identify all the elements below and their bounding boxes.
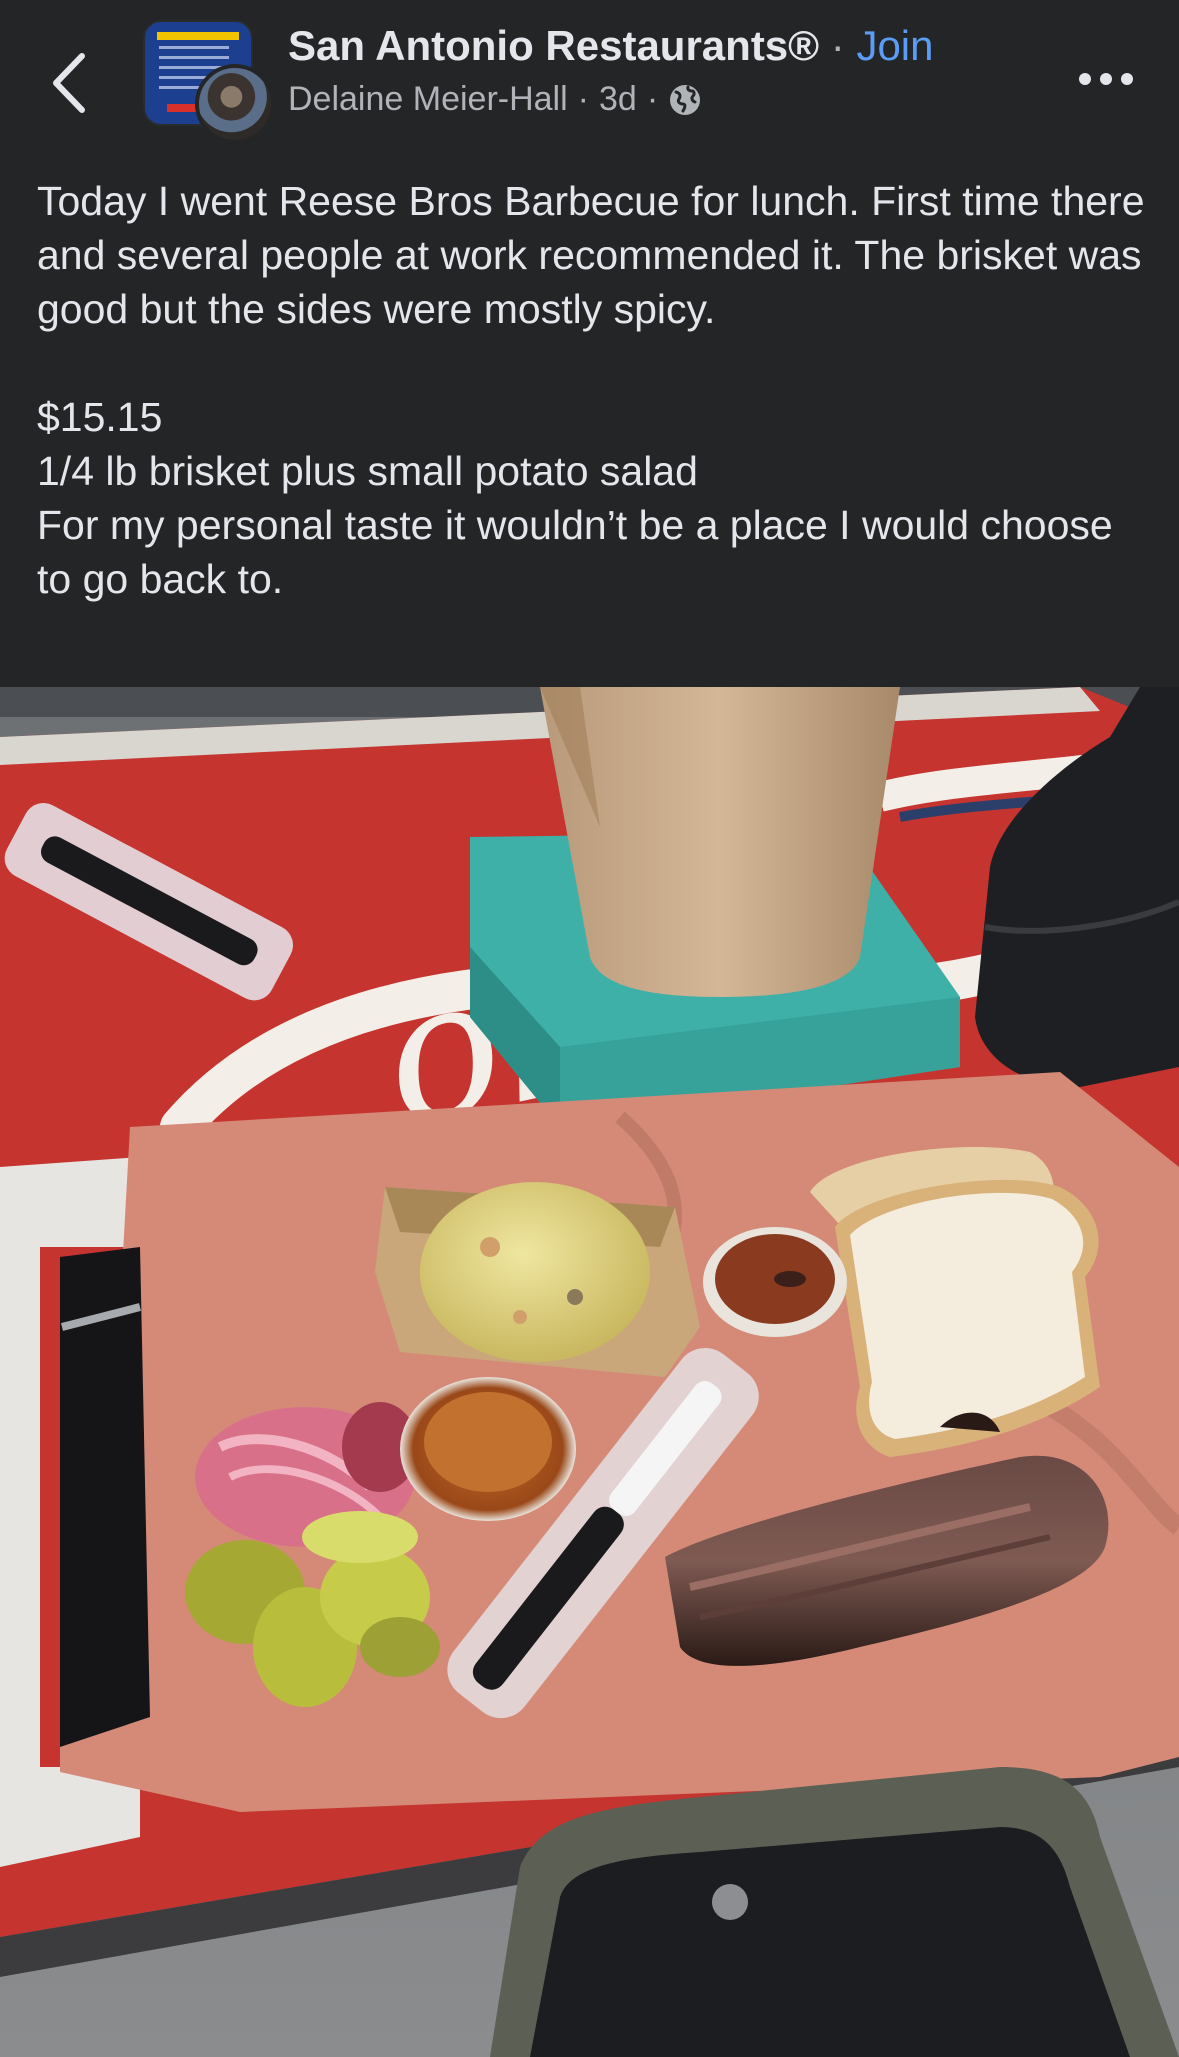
group-avatar[interactable]: [143, 20, 275, 144]
sauce-cup: [703, 1227, 847, 1337]
author-name[interactable]: Delaine Meier-Hall: [288, 80, 568, 119]
author-avatar[interactable]: [195, 64, 275, 144]
post-paragraph: Today I went Reese Bros Barbecue for lun…: [37, 178, 1156, 332]
meta-separator: ·: [646, 80, 659, 118]
globe-icon: [670, 84, 701, 115]
group-name-line: San Antonio Restaurants® · Join: [288, 22, 934, 70]
post-meta: Delaine Meier-Hall · 3d ·: [288, 80, 702, 119]
post-body: Today I went Reese Bros Barbecue for lun…: [37, 174, 1147, 606]
join-button[interactable]: Join: [856, 22, 933, 69]
post-order: 1/4 lb brisket plus small potato salad: [37, 448, 698, 494]
meta-separator: ·: [577, 80, 589, 118]
post-opinion: For my personal taste it wouldn’t be a p…: [37, 502, 1125, 602]
more-dots-icon[interactable]: [1076, 64, 1136, 94]
sauce-cup: [400, 1377, 576, 1521]
post-price: $15.15: [37, 394, 163, 440]
group-name[interactable]: San Antonio Restaurants®: [288, 22, 819, 69]
post-photo[interactable]: ola: [0, 687, 1179, 2057]
potato-salad: [375, 1182, 700, 1377]
post-time[interactable]: 3d: [599, 80, 637, 119]
post-header: San Antonio Restaurants® · Join Delaine …: [0, 0, 1179, 160]
paper-cup: [540, 687, 900, 997]
title-separator: ·: [819, 22, 857, 69]
chevron-left-icon[interactable]: [44, 48, 96, 118]
